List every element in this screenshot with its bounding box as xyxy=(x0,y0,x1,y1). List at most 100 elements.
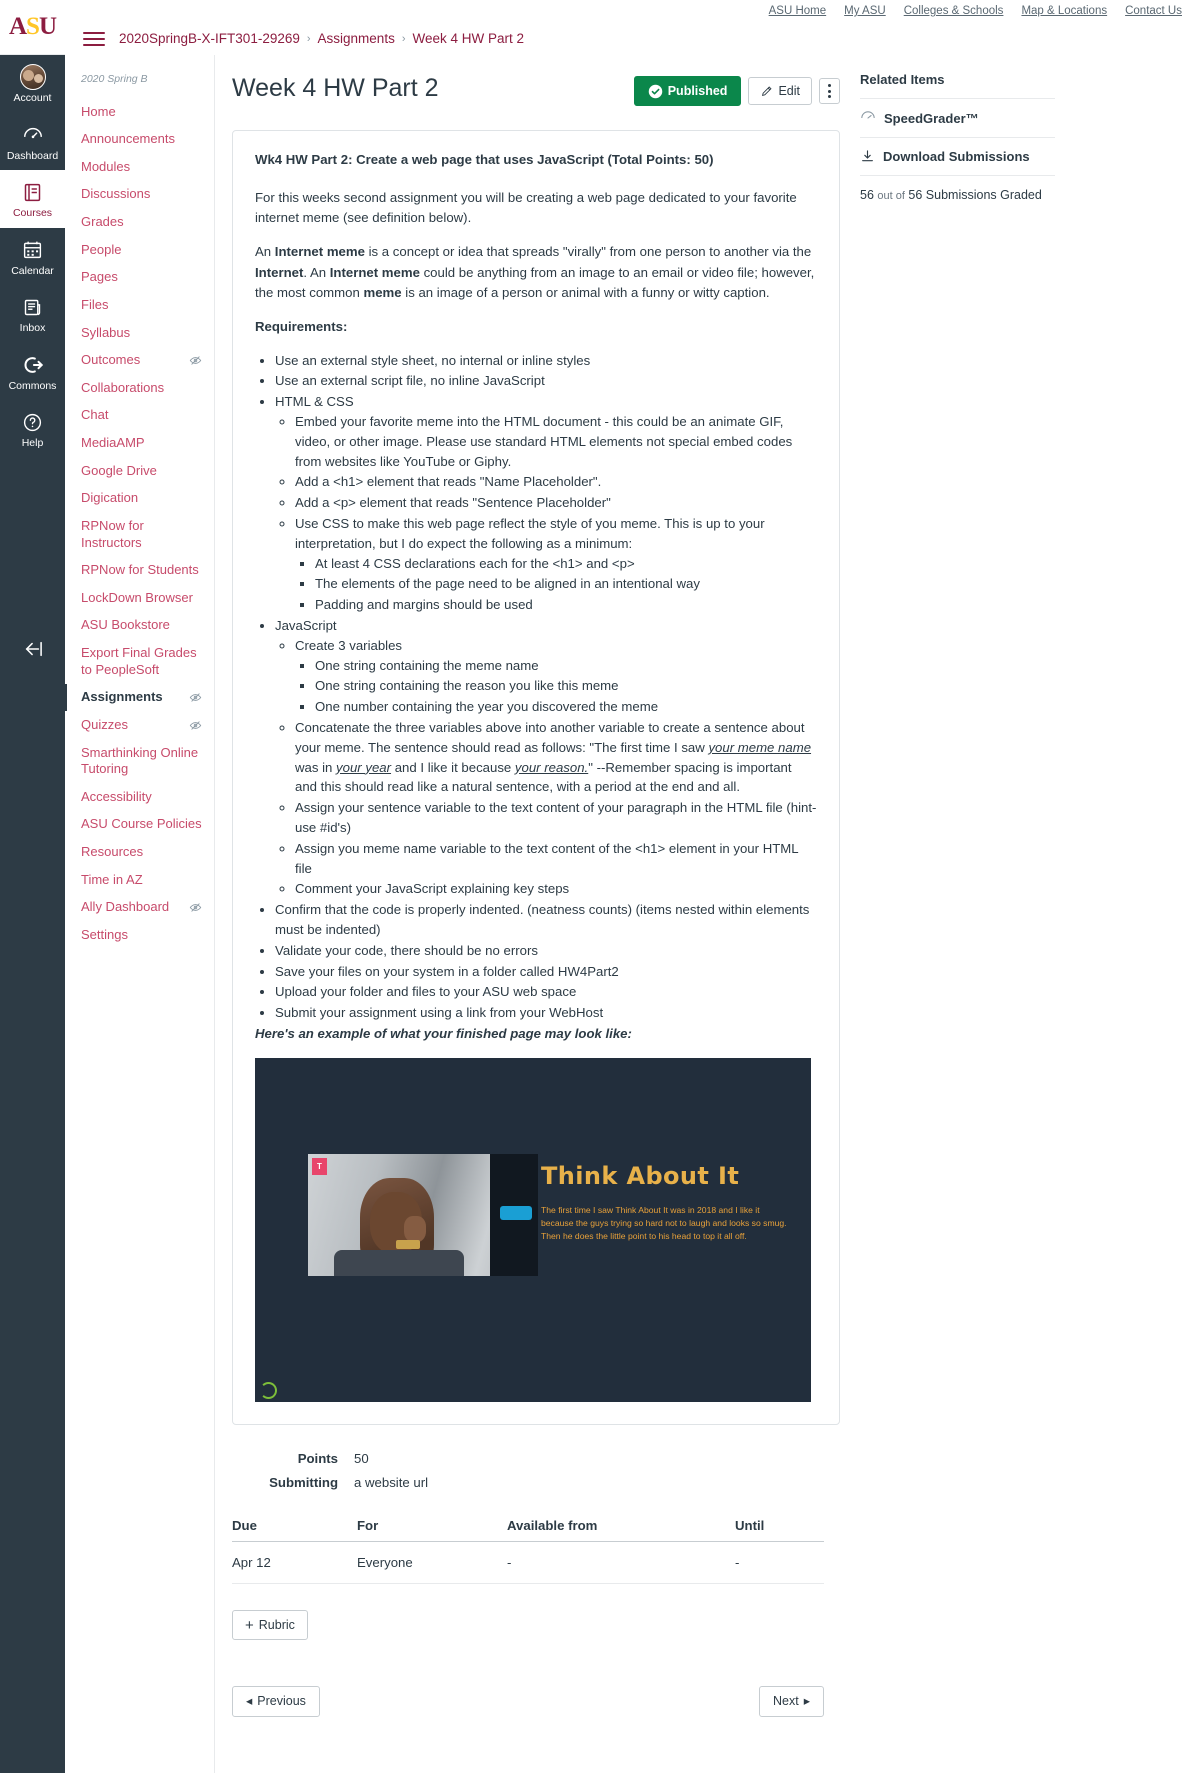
course-nav-item-discussions[interactable]: Discussions xyxy=(81,181,214,209)
breadcrumb-assignments-link[interactable]: Assignments xyxy=(318,31,395,46)
course-nav-item-collaborations[interactable]: Collaborations xyxy=(81,374,214,402)
next-button[interactable]: Next ▸ xyxy=(759,1686,824,1717)
global-nav-item-calendar[interactable]: Calendar xyxy=(0,228,65,286)
course-nav-item-mediaamp[interactable]: MediaAMP xyxy=(81,430,214,458)
global-nav-label: Account xyxy=(13,92,52,104)
global-nav-item-dashboard[interactable]: Dashboard xyxy=(0,113,65,171)
column-header-available-from: Available from xyxy=(507,1518,735,1543)
course-nav-item-label: Settings xyxy=(81,926,128,942)
global-nav-label: Inbox xyxy=(19,322,46,335)
colleges-schools-link[interactable]: Colleges & Schools xyxy=(904,5,1004,17)
requirement-text: Assign you meme name variable to the tex… xyxy=(295,840,799,876)
requirement-text: One string containing the meme name xyxy=(315,657,539,673)
assignment-header: Week 4 HW Part 2 Published Edit xyxy=(232,73,840,107)
detail-label: Submitting xyxy=(269,1475,338,1491)
course-nav-item-modules[interactable]: Modules xyxy=(81,153,214,181)
global-nav-item-account[interactable]: Account xyxy=(0,55,65,113)
course-nav-item-pages[interactable]: Pages xyxy=(81,264,214,292)
course-nav-item-rpnow-for-instructors[interactable]: RPNow for Instructors xyxy=(81,512,214,556)
publish-status-button[interactable]: Published xyxy=(633,76,742,107)
requirement-text: Use an external script file, no inline J… xyxy=(275,373,545,389)
requirement-item: Upload your folder and files to your ASU… xyxy=(275,982,817,1002)
course-nav-item-resources[interactable]: Resources xyxy=(81,839,214,867)
asu-home-link[interactable]: ASU Home xyxy=(769,5,827,17)
download-submissions-label: Download Submissions xyxy=(883,149,1030,164)
course-nav-item-home[interactable]: Home xyxy=(81,98,214,126)
course-nav-item-label: Discussions xyxy=(81,186,151,202)
global-nav-label: Calendar xyxy=(11,264,54,277)
course-nav-item-ally-dashboard[interactable]: Ally Dashboard xyxy=(81,894,214,922)
course-nav-item-label: ASU Bookstore xyxy=(81,617,170,633)
requirement-item: Confirm that the code is properly indent… xyxy=(275,900,817,940)
ally-score-icon[interactable] xyxy=(260,1382,277,1400)
help-question-icon xyxy=(22,409,43,435)
my-asu-link[interactable]: My ASU xyxy=(844,5,886,17)
course-nav-item-files[interactable]: Files xyxy=(81,291,214,319)
detail-value: a website url xyxy=(354,1475,429,1491)
requirement-level-2: One string containing the meme name One s… xyxy=(297,656,817,717)
course-nav-item-asu-course-policies[interactable]: ASU Course Policies xyxy=(81,811,214,839)
global-nav-label: Commons xyxy=(8,379,57,392)
requirement-item: Submit your assignment using a link from… xyxy=(275,1003,817,1023)
speedgrader-link[interactable]: SpeedGrader™ xyxy=(860,98,1055,137)
course-nav-item-outcomes[interactable]: Outcomes xyxy=(81,347,214,375)
course-nav-item-asu-bookstore[interactable]: ASU Bookstore xyxy=(81,612,214,640)
requirement-text: Comment your JavaScript explaining key s… xyxy=(295,881,570,897)
requirement-item: JavaScript Create 3 variables One string c… xyxy=(275,616,817,899)
course-nav-item-announcements[interactable]: Announcements xyxy=(81,126,214,154)
global-nav-item-help[interactable]: Help xyxy=(0,400,65,458)
assignment-pagination: ◂ Previous Next ▸ xyxy=(232,1686,824,1717)
global-nav-item-inbox[interactable]: Inbox xyxy=(0,285,65,343)
course-nav-item-time-in-az[interactable]: Time in AZ xyxy=(81,866,214,894)
course-nav-item-label: ASU Course Policies xyxy=(81,816,202,832)
course-nav-item-smarthinking-online-tutoring[interactable]: Smarthinking Online Tutoring xyxy=(81,739,214,783)
course-nav-item-settings[interactable]: Settings xyxy=(81,921,214,949)
hidden-eye-icon xyxy=(189,691,202,704)
course-navigation[interactable]: 2020 Spring B Home Announcements Modules Di… xyxy=(65,55,215,1773)
course-nav-item-digication[interactable]: Digication xyxy=(81,485,214,513)
course-nav-item-chat[interactable]: Chat xyxy=(81,402,214,430)
contact-us-link[interactable]: Contact Us xyxy=(1125,5,1182,17)
asu-utility-links[interactable]: ASU Home My ASU Colleges & Schools Map &… xyxy=(65,0,1200,22)
course-nav-item-label: Digication xyxy=(81,490,139,506)
download-submissions-link[interactable]: Download Submissions xyxy=(860,137,1055,175)
course-nav-item-quizzes[interactable]: Quizzes xyxy=(81,711,214,739)
collapse-nav-button[interactable] xyxy=(0,640,65,658)
hamburger-menu-icon[interactable] xyxy=(83,28,105,50)
requirement-text: Use an external style sheet, no internal… xyxy=(275,352,591,368)
course-nav-item-label: Time in AZ xyxy=(81,871,143,887)
requirement-item: Embed your favorite meme into the HTML d… xyxy=(295,412,817,471)
asu-logo[interactable]: ASU xyxy=(0,0,65,55)
more-options-button[interactable] xyxy=(819,78,840,105)
breadcrumb: 2020SpringB-X-IFT301-29269 › Assignments… xyxy=(65,22,1200,55)
course-nav-item-export-final-grades-to-peoplesoft[interactable]: Export Final Grades to PeopleSoft xyxy=(81,640,214,684)
requirements-list: Use an external style sheet, no internal… xyxy=(255,351,817,1023)
global-nav-item-commons[interactable]: Commons xyxy=(0,343,65,401)
requirement-item: Use CSS to make this web page reflect th… xyxy=(295,514,817,615)
previous-button[interactable]: ◂ Previous xyxy=(232,1686,320,1717)
graded-suffix: Submissions Graded xyxy=(925,188,1042,202)
breadcrumb-course-link[interactable]: 2020SpringB-X-IFT301-29269 xyxy=(119,31,300,46)
due-dates-table: Due For Available from Until Apr 12 Ever… xyxy=(232,1518,824,1585)
course-nav-item-assignments[interactable]: Assignments xyxy=(65,683,214,712)
requirement-item: Use an external script file, no inline J… xyxy=(275,371,817,391)
requirement-item: Assign your sentence variable to the tex… xyxy=(295,798,817,838)
example-caption: Here's an example of what your finished … xyxy=(255,1025,632,1041)
assignment-actions: Published Edit xyxy=(633,76,840,107)
global-nav-item-courses[interactable]: Courses xyxy=(0,170,65,228)
course-nav-item-people[interactable]: People xyxy=(81,236,214,264)
course-nav-item-label: LockDown Browser xyxy=(81,589,193,605)
course-nav-item-grades[interactable]: Grades xyxy=(81,209,214,237)
global-navigation[interactable]: ASU Account Dashboard Courses Calendar I… xyxy=(0,0,65,1773)
map-locations-link[interactable]: Map & Locations xyxy=(1021,5,1107,17)
course-nav-item-syllabus[interactable]: Syllabus xyxy=(81,319,214,347)
edit-button[interactable]: Edit xyxy=(748,77,812,106)
graded-total: 56 xyxy=(908,188,923,202)
add-rubric-button[interactable]: + Rubric xyxy=(232,1610,308,1641)
requirement-text: JavaScript xyxy=(275,618,337,634)
course-nav-item-google-drive[interactable]: Google Drive xyxy=(81,457,214,485)
body-text: . An xyxy=(303,264,330,280)
course-nav-item-rpnow-for-students[interactable]: RPNow for Students xyxy=(81,557,214,585)
course-nav-item-accessibility[interactable]: Accessibility xyxy=(81,783,214,811)
course-nav-item-lockdown-browser[interactable]: LockDown Browser xyxy=(81,584,214,612)
